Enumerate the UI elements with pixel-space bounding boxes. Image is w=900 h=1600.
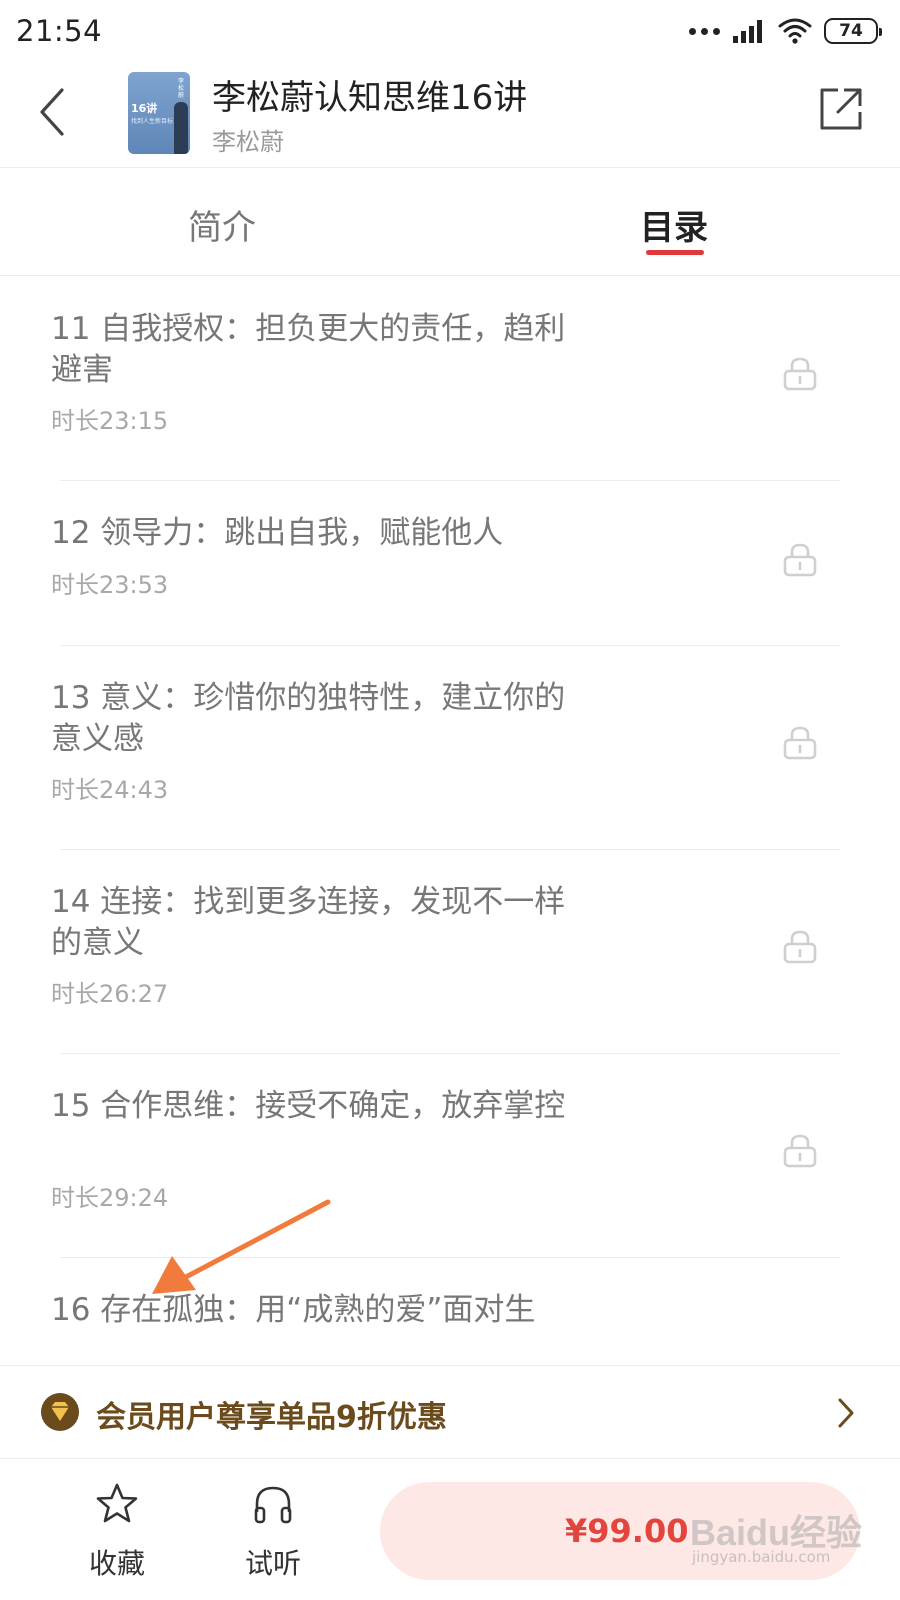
watermark-url: jingyan.baidu.com	[692, 1548, 831, 1566]
status-time: 21:54	[16, 14, 103, 48]
member-discount-text: 会员用户尊享单品9折优惠	[96, 1400, 447, 1435]
trial-listen-label: 试听	[244, 1547, 301, 1580]
episode-title: 12 领导力：跳出自我，赋能他人	[51, 515, 504, 551]
headphones-icon	[254, 1486, 292, 1524]
dots-icon	[689, 27, 720, 35]
favorite-label: 收藏	[88, 1547, 145, 1580]
battery-level: 74	[839, 21, 863, 41]
back-chevron-icon[interactable]	[28, 82, 78, 142]
cover-small-text: 找到人生新目标	[131, 118, 174, 125]
cover-big-text: 16讲	[131, 102, 158, 115]
signal-icon	[733, 20, 762, 43]
tab-bar: 简介 目录	[0, 168, 900, 276]
tab-catalog[interactable]: 目录	[640, 200, 708, 249]
member-discount-banner[interactable]: 会员用户尊享单品9折优惠	[0, 1365, 900, 1459]
share-icon[interactable]	[816, 84, 866, 134]
episode-list[interactable]: 11 自我授权：担负更大的责任，趋利避害 时长23:15 12 领导力：跳出自我…	[0, 277, 900, 1365]
album-cover[interactable]: 16讲 找到人生新目标 李松蔚	[128, 72, 190, 154]
episode-title: 14 连接：找到更多连接，发现不一样的意义	[51, 884, 566, 961]
member-diamond-icon	[41, 1393, 79, 1431]
album-header: 16讲 找到人生新目标 李松蔚 李松蔚认知思维16讲 李松蔚	[0, 62, 900, 168]
list-item-episode-15[interactable]: 15 合作思维：接受不确定，放弃掌控 时长29:24	[0, 1054, 900, 1258]
lock-icon	[783, 357, 817, 391]
trial-listen-button[interactable]: 试听	[228, 1482, 318, 1582]
list-item-episode-12[interactable]: 12 领导力：跳出自我，赋能他人 时长23:53	[0, 481, 900, 646]
cover-figure	[174, 102, 188, 154]
tab-intro[interactable]: 简介	[188, 200, 256, 249]
album-title: 李松蔚认知思维16讲	[212, 78, 528, 118]
list-item-episode-13[interactable]: 13 意义：珍惜你的独特性，建立你的意义感 时长24:43	[0, 646, 900, 850]
episode-duration: 时长23:53	[51, 571, 169, 599]
list-item-episode-14[interactable]: 14 连接：找到更多连接，发现不一样的意义 时长26:27	[0, 850, 900, 1054]
episode-duration: 时长24:43	[51, 776, 169, 804]
wifi-icon	[778, 18, 812, 44]
lock-icon	[783, 543, 817, 577]
baidu-watermark: Baidu经验 jingyan.baidu.com	[690, 1504, 862, 1574]
status-bar: 21:54 74	[0, 0, 900, 62]
chevron-right-icon	[838, 1398, 854, 1428]
star-icon	[96, 1483, 138, 1523]
favorite-button[interactable]: 收藏	[72, 1482, 162, 1582]
active-tab-indicator	[646, 250, 704, 255]
episode-title: 11 自我授权：担负更大的责任，趋利避害	[51, 311, 566, 388]
lock-icon	[783, 1134, 817, 1168]
cover-vertical-text: 李松蔚	[178, 78, 185, 99]
episode-title: 15 合作思维：接受不确定，放弃掌控	[51, 1088, 566, 1124]
episode-duration: 时长23:15	[51, 407, 169, 435]
list-item-episode-11[interactable]: 11 自我授权：担负更大的责任，趋利避害 时长23:15	[0, 277, 900, 481]
lock-icon	[783, 930, 817, 964]
lock-icon	[783, 726, 817, 760]
annotation-arrow-icon	[152, 1199, 331, 1294]
episode-title: 13 意义：珍惜你的独特性，建立你的意义感	[51, 680, 566, 757]
status-icons: 74	[689, 16, 882, 46]
list-item-episode-16[interactable]: 16 存在孤独：用“成熟的爱”面对生	[0, 1258, 900, 1365]
album-author[interactable]: 李松蔚	[212, 122, 284, 157]
episode-duration: 时长26:27	[51, 980, 169, 1008]
price-label: ¥99.00	[565, 1512, 689, 1550]
battery-icon: 74	[824, 18, 882, 44]
